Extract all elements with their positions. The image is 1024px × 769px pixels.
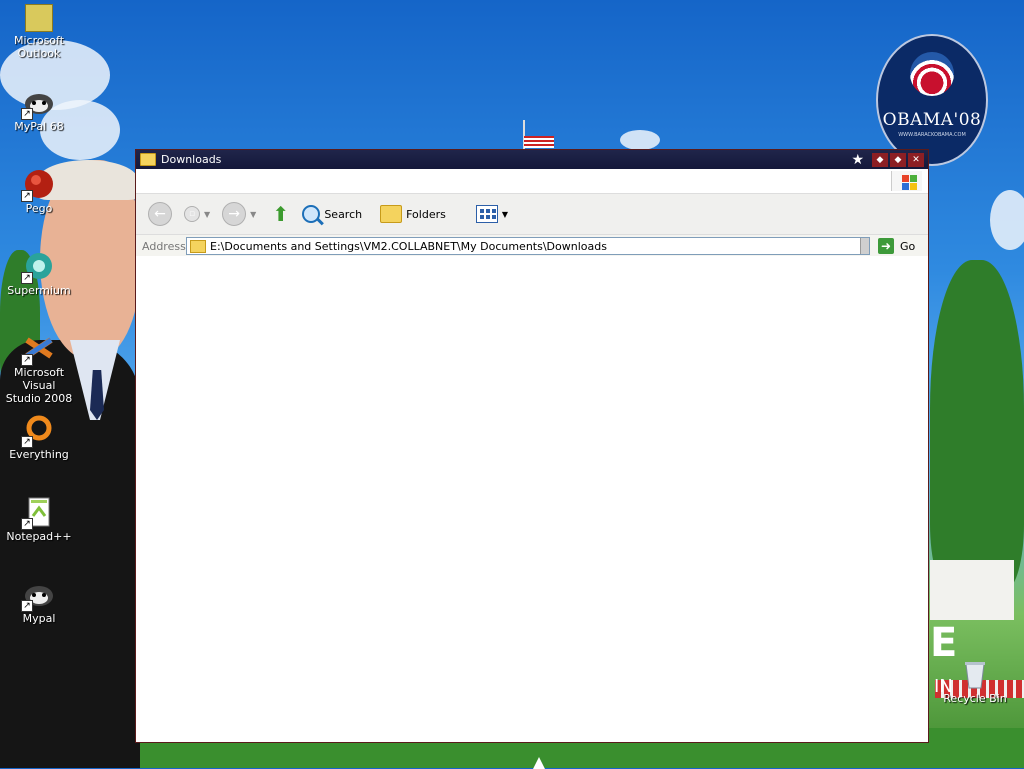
views-button[interactable]: ▼	[472, 203, 512, 225]
desktop-icon-label: Microsoft Visual Studio 2008	[5, 366, 73, 405]
history-icon: ▫	[184, 206, 200, 222]
desktop-icon-pego[interactable]: ↗ Pego	[0, 168, 78, 215]
notepadpp-icon: ↗	[21, 496, 55, 530]
desktop-icon-label: Notepad++	[6, 530, 72, 543]
obama-badge-subtext: WWW.BARACKOBAMA.COM	[898, 132, 966, 138]
mypal-icon: ↗	[21, 86, 55, 120]
pin-star-icon[interactable]: ★	[851, 152, 864, 168]
desktop-icon-recycle-bin[interactable]: Recycle Bin	[936, 658, 1014, 705]
forward-arrow-icon: →	[222, 202, 247, 226]
folders-button-label: Folders	[406, 207, 446, 221]
maximize-button[interactable]: ◆	[890, 153, 906, 167]
desktop-icon-label: Pego	[25, 202, 53, 215]
desktop-icon-visual-studio[interactable]: ↗ Microsoft Visual Studio 2008	[0, 332, 78, 405]
everything-icon: ↗	[21, 414, 55, 448]
desktop-icon-label: Everything	[9, 448, 69, 461]
cloud	[620, 130, 660, 150]
mypal-icon: ↗	[21, 578, 55, 612]
shortcut-arrow-icon: ↗	[21, 518, 33, 530]
address-field[interactable]: E:\Documents and Settings\VM2.COLLABNET\…	[186, 237, 870, 255]
up-folder-icon: ⬆	[272, 202, 290, 226]
desktop-icon-notepadpp[interactable]: ↗ Notepad++	[0, 496, 78, 543]
search-icon	[302, 205, 321, 223]
shortcut-arrow-icon: ↗	[21, 108, 33, 120]
back-button[interactable]: ←	[144, 200, 176, 228]
chevron-down-icon: ▼	[501, 209, 508, 219]
windows-logo-icon	[891, 171, 922, 191]
desktop-icon-label: Supermium	[7, 284, 71, 297]
desktop-icon-mypal68[interactable]: ↗ MyPal 68	[0, 86, 78, 133]
folder-icon	[190, 239, 206, 253]
go-arrow-icon: ➜	[878, 238, 894, 254]
mouse-cursor-icon	[533, 757, 545, 769]
desktop-icon-label: Microsoft Outlook	[13, 34, 65, 60]
obama-logo-icon	[910, 52, 954, 96]
tree	[930, 260, 1024, 590]
desktop-icon-mypal[interactable]: ↗ Mypal	[0, 578, 78, 625]
address-value: E:\Documents and Settings\VM2.COLLABNET\…	[210, 239, 607, 253]
views-icon	[475, 205, 498, 223]
flag	[524, 136, 554, 148]
search-button[interactable]: Search	[298, 203, 366, 225]
desktop-icon-label: Recycle Bin	[943, 692, 1007, 705]
shortcut-arrow-icon: ↗	[21, 600, 33, 612]
desktop-icon-label: Mypal	[22, 612, 56, 625]
pego-icon: ↗	[21, 168, 55, 202]
desktop-icon-everything[interactable]: ↗ Everything	[0, 414, 78, 461]
obama-badge: OBAMA'08 WWW.BARACKOBAMA.COM	[876, 34, 988, 166]
folders-icon	[380, 205, 403, 223]
desktop-icon-outlook[interactable]: Microsoft Outlook	[0, 4, 78, 60]
close-button[interactable]: ✕	[908, 153, 924, 167]
menu-bar	[136, 169, 928, 194]
back-arrow-icon: ←	[148, 202, 172, 226]
forward-button[interactable]: → ▼	[218, 200, 260, 228]
cloud	[990, 190, 1024, 250]
search-button-label: Search	[324, 207, 363, 221]
go-label: Go	[900, 239, 916, 253]
shortcut-arrow-icon: ↗	[21, 436, 33, 448]
folder-icon	[140, 153, 156, 166]
explorer-window[interactable]: Downloads ★ ◆ ◆ ✕ ← ▫ ▼ → ▼ ⬆ Search Fol…	[135, 149, 929, 743]
minimize-button[interactable]: ◆	[872, 153, 888, 167]
shortcut-arrow-icon: ↗	[21, 190, 33, 202]
shortcut-arrow-icon: ↗	[21, 272, 33, 284]
go-button[interactable]: ➜ Go	[878, 238, 915, 254]
address-label: Address	[142, 239, 186, 253]
obama-badge-text: OBAMA'08	[882, 110, 982, 130]
chevron-down-icon: ▼	[250, 209, 257, 219]
address-bar: Address E:\Documents and Settings\VM2.CO…	[136, 235, 928, 258]
recycle-bin-icon	[959, 658, 991, 690]
chevron-down-icon: ▼	[204, 209, 211, 219]
window-controls: ★ ◆ ◆ ✕	[851, 152, 924, 168]
white-house	[930, 560, 1014, 620]
up-button[interactable]: ⬆	[268, 202, 294, 226]
outlook-icon	[25, 4, 53, 32]
desktop-icon-label: MyPal 68	[14, 120, 64, 133]
visual-studio-icon: ↗	[21, 332, 55, 366]
standard-toolbar: ← ▫ ▼ → ▼ ⬆ Search Folders ▼	[136, 194, 928, 235]
desktop-icon-supermium[interactable]: ↗ Supermium	[0, 250, 78, 297]
folders-button[interactable]: Folders	[376, 203, 450, 225]
back-history-button[interactable]: ▫ ▼	[180, 204, 214, 224]
window-title: Downloads	[161, 153, 222, 166]
address-dropdown-button[interactable]	[860, 238, 869, 254]
window-titlebar[interactable]: Downloads ★ ◆ ◆ ✕	[136, 150, 928, 169]
shortcut-arrow-icon: ↗	[21, 354, 33, 366]
folder-content-area[interactable]	[136, 256, 928, 742]
supermium-icon: ↗	[21, 250, 55, 284]
